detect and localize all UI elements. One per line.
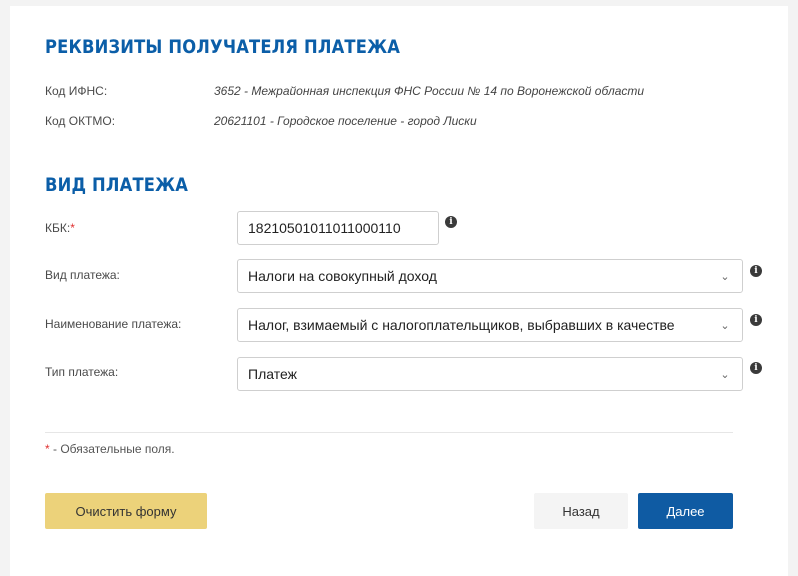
oktmo-value: 20621101 - Городское поселение - город Л… [214,114,477,128]
next-button[interactable]: Далее [638,493,733,529]
kbk-input[interactable]: 18210501011011000110 [237,211,439,245]
payment-name-value: Налог, взимаемый с налогоплательщиков, в… [248,317,675,333]
payment-kind-info-icon[interactable]: i [750,362,762,374]
oktmo-label: Код ОКТМО: [45,114,116,128]
divider [45,432,733,433]
payment-kind-select[interactable]: Платеж ⌄ [237,357,743,391]
kbk-info-icon[interactable]: i [445,216,457,228]
required-mark: * [70,221,75,235]
kbk-label: КБК:* [45,221,75,235]
chevron-down-icon: ⌄ [720,319,730,332]
payment-type-info-icon[interactable]: i [750,265,762,277]
payment-type-select[interactable]: Налоги на совокупный доход ⌄ [237,259,743,293]
payment-type-value: Налоги на совокупный доход [248,268,437,284]
payment-kind-label: Тип платежа: [45,365,119,379]
chevron-down-icon: ⌄ [720,368,730,381]
payment-kind-value: Платеж [248,366,297,382]
payment-name-select[interactable]: Налог, взимаемый с налогоплательщиков, в… [237,308,743,342]
required-fields-note: * - Обязательные поля. [45,442,175,456]
clear-form-button[interactable]: Очистить форму [45,493,207,529]
back-button[interactable]: Назад [534,493,628,529]
required-note-text: - Обязательные поля. [49,442,175,456]
ifns-label: Код ИФНС: [45,84,108,98]
payment-type-label: Вид платежа: [45,268,120,282]
kbk-label-text: КБК: [45,221,71,235]
ifns-value: 3652 - Межрайонная инспекция ФНС России … [214,84,645,98]
payment-name-info-icon[interactable]: i [750,314,762,326]
payment-name-label: Наименование платежа: [45,317,182,331]
payment-section-title: ВИД ПЛАТЕЖА [45,174,189,196]
recipient-section-title: РЕКВИЗИТЫ ПОЛУЧАТЕЛЯ ПЛАТЕЖА [45,36,401,58]
kbk-input-value: 18210501011011000110 [248,220,401,236]
chevron-down-icon: ⌄ [720,270,730,283]
